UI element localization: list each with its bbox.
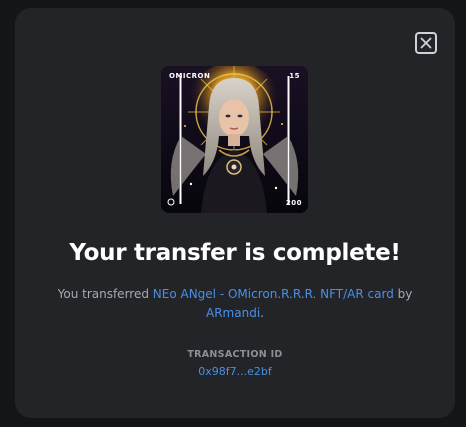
- transaction-id-label: TRANSACTION ID: [187, 349, 283, 360]
- card-tag-top-right: 15: [289, 72, 300, 80]
- creator-link[interactable]: ARmandi: [206, 306, 260, 320]
- transaction-id-row: 0x98f7...e2bf: [15, 365, 455, 378]
- message-connector: by: [393, 287, 413, 301]
- nft-image: OMICRON 15 200: [161, 66, 308, 213]
- transfer-complete-modal: OMICRON 15 200 Your transfer is complete…: [15, 8, 455, 418]
- transfer-message: You transferred NEo ANgel - OMicron.R.R.…: [55, 285, 415, 323]
- nft-name-link[interactable]: NEo ANgel - OMicron.R.R.R. NFT/AR card: [153, 287, 394, 301]
- close-icon: [420, 37, 432, 49]
- transaction-id-link[interactable]: 0x98f7...e2bf: [198, 365, 272, 378]
- card-tag-bottom-right: 200: [285, 199, 302, 207]
- card-tag-top-left: OMICRON: [169, 72, 211, 80]
- message-suffix: .: [260, 306, 264, 320]
- page-title: Your transfer is complete!: [69, 240, 401, 266]
- close-button[interactable]: [415, 32, 437, 54]
- message-prefix: You transferred: [57, 287, 153, 301]
